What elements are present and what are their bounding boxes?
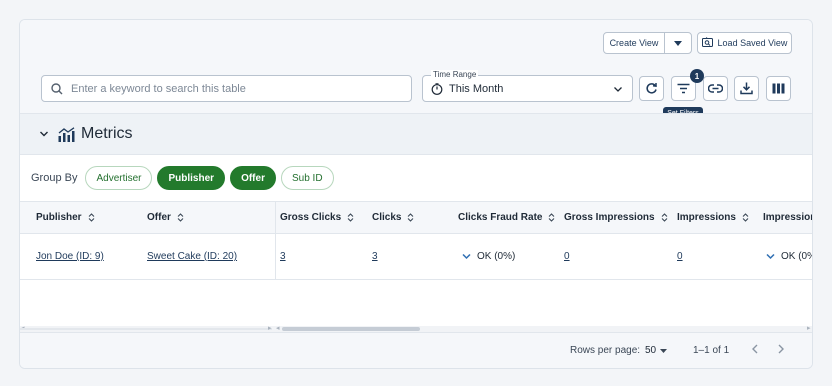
column-header-label: Clicks Fraud Rate (458, 212, 543, 223)
column-header-label: Offer (147, 212, 171, 223)
scroll-left-main-icon[interactable]: ◂ (276, 324, 280, 332)
metrics-section-header[interactable]: Metrics (20, 113, 812, 155)
chevron-down-icon[interactable] (766, 253, 775, 260)
group-by-chip-sub-id[interactable]: Sub ID (280, 166, 334, 190)
chevron-down-icon (614, 87, 622, 92)
scroll-right-icon[interactable]: ▸ (807, 324, 811, 332)
caret-down-icon (660, 348, 668, 353)
search-icon (51, 82, 63, 94)
sort-icon[interactable] (661, 213, 668, 222)
pagination-range: 1–1 of 1 (693, 345, 730, 356)
column-header-impression-fraud-rate[interactable]: Impression (763, 202, 813, 233)
column-header-gross-clicks[interactable]: Gross Clicks (280, 202, 354, 233)
table-search[interactable] (41, 75, 412, 102)
create-view-label: Create View (609, 38, 659, 48)
load-saved-view-button[interactable]: Load Saved View (697, 32, 792, 54)
publisher-link[interactable]: Jon Doe (ID: 9) (36, 251, 104, 262)
table-row: Jon Doe (ID: 9) Sweet Cake (ID: 20) 3 3 … (20, 234, 813, 280)
column-divider (275, 234, 276, 279)
column-header-label: Impression (763, 212, 813, 223)
column-header-publisher[interactable]: Publisher (36, 202, 95, 233)
load-saved-view-label: Load Saved View (717, 38, 788, 48)
sort-icon[interactable] (347, 213, 354, 222)
column-header-clicks[interactable]: Clicks (372, 202, 414, 233)
metrics-table: Publisher Offer Gross Clicks Clicks Clic… (20, 201, 813, 280)
column-header-offer[interactable]: Offer (147, 202, 184, 233)
column-header-label: Gross Impressions (564, 212, 655, 223)
gross-clicks-link[interactable]: 3 (280, 251, 286, 262)
group-by-bar: Group By Advertiser Publisher Offer Sub … (31, 166, 339, 190)
search-input[interactable] (71, 82, 391, 95)
scroll-track-pinned (20, 328, 272, 330)
sort-icon[interactable] (742, 213, 749, 222)
download-button[interactable] (734, 76, 759, 101)
clicks-link[interactable]: 3 (372, 251, 378, 262)
column-header-clicks-fraud-rate[interactable]: Clicks Fraud Rate (458, 202, 555, 233)
group-by-chip-advertiser[interactable]: Advertiser (85, 166, 153, 190)
saved-view-icon (701, 37, 713, 49)
time-range-label: Time Range (431, 70, 479, 79)
gross-impressions-link[interactable]: 0 (564, 251, 570, 262)
cell-offer: Sweet Cake (ID: 20) (147, 234, 237, 279)
column-header-gross-impressions[interactable]: Gross Impressions (564, 202, 668, 233)
metrics-chart-icon (58, 126, 75, 142)
section-title: Metrics (81, 125, 133, 142)
column-header-label: Gross Clicks (280, 212, 342, 223)
fraud-status: OK (0%) (477, 251, 516, 262)
column-divider (275, 202, 276, 233)
copy-link-button[interactable] (703, 76, 728, 101)
rows-per-page-value: 50 (645, 345, 657, 356)
filter-count-badge: 1 (690, 69, 704, 83)
rows-per-page-select[interactable]: 50 (645, 345, 668, 356)
sort-icon[interactable] (88, 213, 95, 222)
cell-gross-clicks: 3 (280, 234, 286, 279)
columns-button[interactable] (766, 76, 791, 101)
collapse-chevron-icon[interactable] (39, 129, 49, 139)
next-page-icon[interactable] (776, 343, 786, 355)
caret-down-icon (674, 40, 682, 46)
group-by-chip-offer[interactable]: Offer (230, 166, 276, 190)
create-view-dropdown-button[interactable] (664, 33, 691, 53)
cell-impressions: 0 (677, 234, 683, 279)
refresh-icon (646, 83, 657, 94)
time-range-select[interactable]: Time Range This Month (422, 70, 633, 102)
previous-page-icon[interactable] (750, 343, 760, 355)
refresh-button[interactable] (639, 76, 664, 101)
timer-icon (431, 83, 443, 95)
chevron-down-icon[interactable] (462, 253, 471, 260)
cell-gross-impressions: 0 (564, 234, 570, 279)
group-by-chip-publisher[interactable]: Publisher (157, 166, 226, 190)
cell-impression-fraud-rate[interactable]: OK (0% (766, 234, 813, 279)
sort-icon[interactable] (548, 213, 555, 222)
link-icon (708, 84, 723, 93)
filter-lines-icon (677, 83, 690, 94)
cell-clicks-fraud-rate[interactable]: OK (0%) (462, 234, 515, 279)
toolbar-area: Create View Load Saved View Time Range T… (20, 20, 812, 120)
sort-icon[interactable] (177, 213, 184, 222)
column-header-label: Clicks (372, 212, 402, 223)
pagination-bar: Rows per page: 50 1–1 of 1 (20, 332, 812, 368)
scroll-right-pinned-icon[interactable]: ▸ (268, 324, 272, 332)
impressions-link[interactable]: 0 (677, 251, 683, 262)
fraud-status: OK (0% (781, 251, 813, 262)
scroll-thumb[interactable] (282, 327, 420, 331)
table-header-row: Publisher Offer Gross Clicks Clicks Clic… (20, 201, 813, 234)
download-icon (740, 82, 753, 95)
columns-icon (772, 83, 785, 94)
metrics-card: Create View Load Saved View Time Range T… (19, 19, 813, 369)
column-header-impressions[interactable]: Impressions (677, 202, 749, 233)
cell-clicks: 3 (372, 234, 378, 279)
group-by-label: Group By (31, 172, 78, 184)
offer-link[interactable]: Sweet Cake (ID: 20) (147, 251, 237, 262)
sort-icon[interactable] (407, 213, 414, 222)
column-header-label: Impressions (677, 212, 736, 223)
cell-publisher: Jon Doe (ID: 9) (36, 234, 104, 279)
time-range-value: This Month (449, 83, 504, 95)
column-header-label: Publisher (36, 212, 82, 223)
create-view-button[interactable]: Create View (603, 32, 692, 54)
rows-per-page-label: Rows per page: (570, 345, 641, 356)
